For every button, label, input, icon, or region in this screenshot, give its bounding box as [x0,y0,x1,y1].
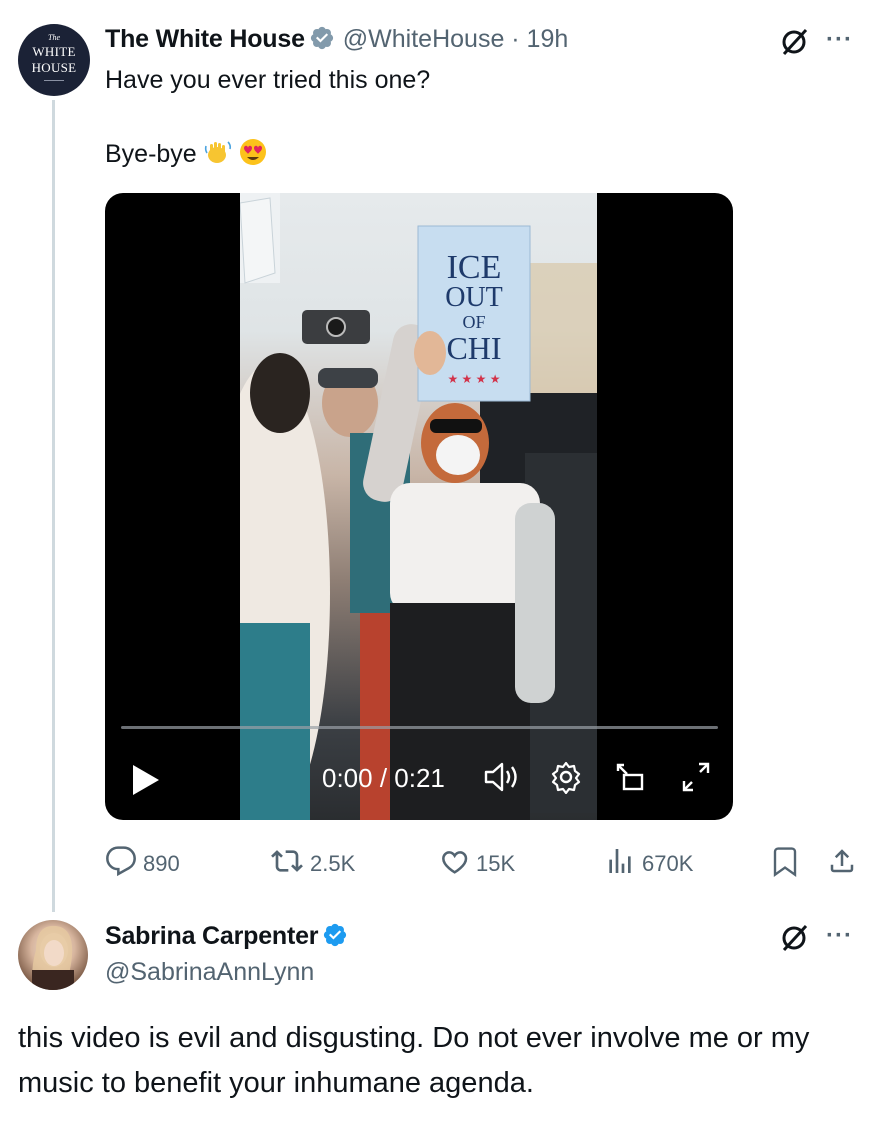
avatar-white-text: WHITE [32,44,76,59]
like-button[interactable]: 15K [438,845,515,877]
white-house-avatar[interactable]: The WHITE HOUSE [18,24,90,96]
thread-connector-line [52,100,55,912]
sign-line-chi: CHI [446,330,501,366]
tweet-text-line2: Bye-bye [105,138,267,169]
sign-line-of: OF [462,312,485,332]
repost-button[interactable]: 2.5K [270,845,355,877]
verified-badge-icon [324,923,347,947]
like-count: 15K [476,851,516,876]
reply-count: 890 [143,851,180,876]
play-icon[interactable] [131,764,161,796]
views-count: 670K [642,851,694,876]
sign-line-ice: ICE [447,249,502,286]
grok-icon[interactable] [778,922,810,954]
views-button[interactable]: 670K [604,845,693,877]
avatar-the-text: The [48,33,60,42]
heart-icon [442,851,468,874]
verified-badge-icon [310,26,333,50]
reply-text: this video is evil and disgusting. Do no… [18,1022,810,1099]
grok-icon[interactable] [778,26,810,58]
more-options-icon[interactable]: ··· [826,26,853,54]
video-controls: 0:00 / 0:21 [105,748,733,808]
avatar-rule [44,80,64,81]
waving-hands-icon [204,141,231,163]
handle-and-time[interactable]: @WhiteHouse · 19h [343,25,568,53]
tweet-text-byebye: Bye-bye [105,140,197,168]
share-icon[interactable] [827,845,857,877]
reply-button[interactable]: 890 [105,845,180,877]
sign-stars: ★ ★ ★ ★ [447,372,500,386]
video-progress-bar[interactable] [121,726,718,729]
avatar-photo [32,925,74,990]
sabrina-avatar[interactable] [18,920,88,990]
repost-icon [271,850,303,872]
pip-icon[interactable] [613,760,647,794]
reply-author-name[interactable]: Sabrina Carpenter [105,922,319,950]
video-player[interactable]: ICE OUT OF CHI ★ ★ ★ ★ 0:00 / 0:21 [105,193,733,820]
bookmark-icon[interactable] [770,845,800,877]
reply-header: Sabrina Carpenter [105,922,348,951]
volume-icon[interactable] [483,760,519,794]
author-name[interactable]: The White House [105,25,305,53]
sign-line-out: OUT [445,282,503,313]
fullscreen-icon[interactable] [679,760,713,794]
video-time: 0:00 / 0:21 [322,763,445,793]
avatar-house-text: HOUSE [31,60,77,75]
tweet-text-line1: Have you ever tried this one? [105,66,431,94]
heart-eyes-icon [239,139,266,165]
reply-icon [106,846,136,877]
repost-count: 2.5K [310,851,356,876]
more-options-icon[interactable]: ··· [826,922,853,950]
views-icon [609,849,631,873]
reply-handle[interactable]: @SabrinaAnnLynn [105,958,314,987]
tweet-header: The White House @WhiteHouse · 19h [105,25,568,54]
settings-icon[interactable] [549,760,583,794]
